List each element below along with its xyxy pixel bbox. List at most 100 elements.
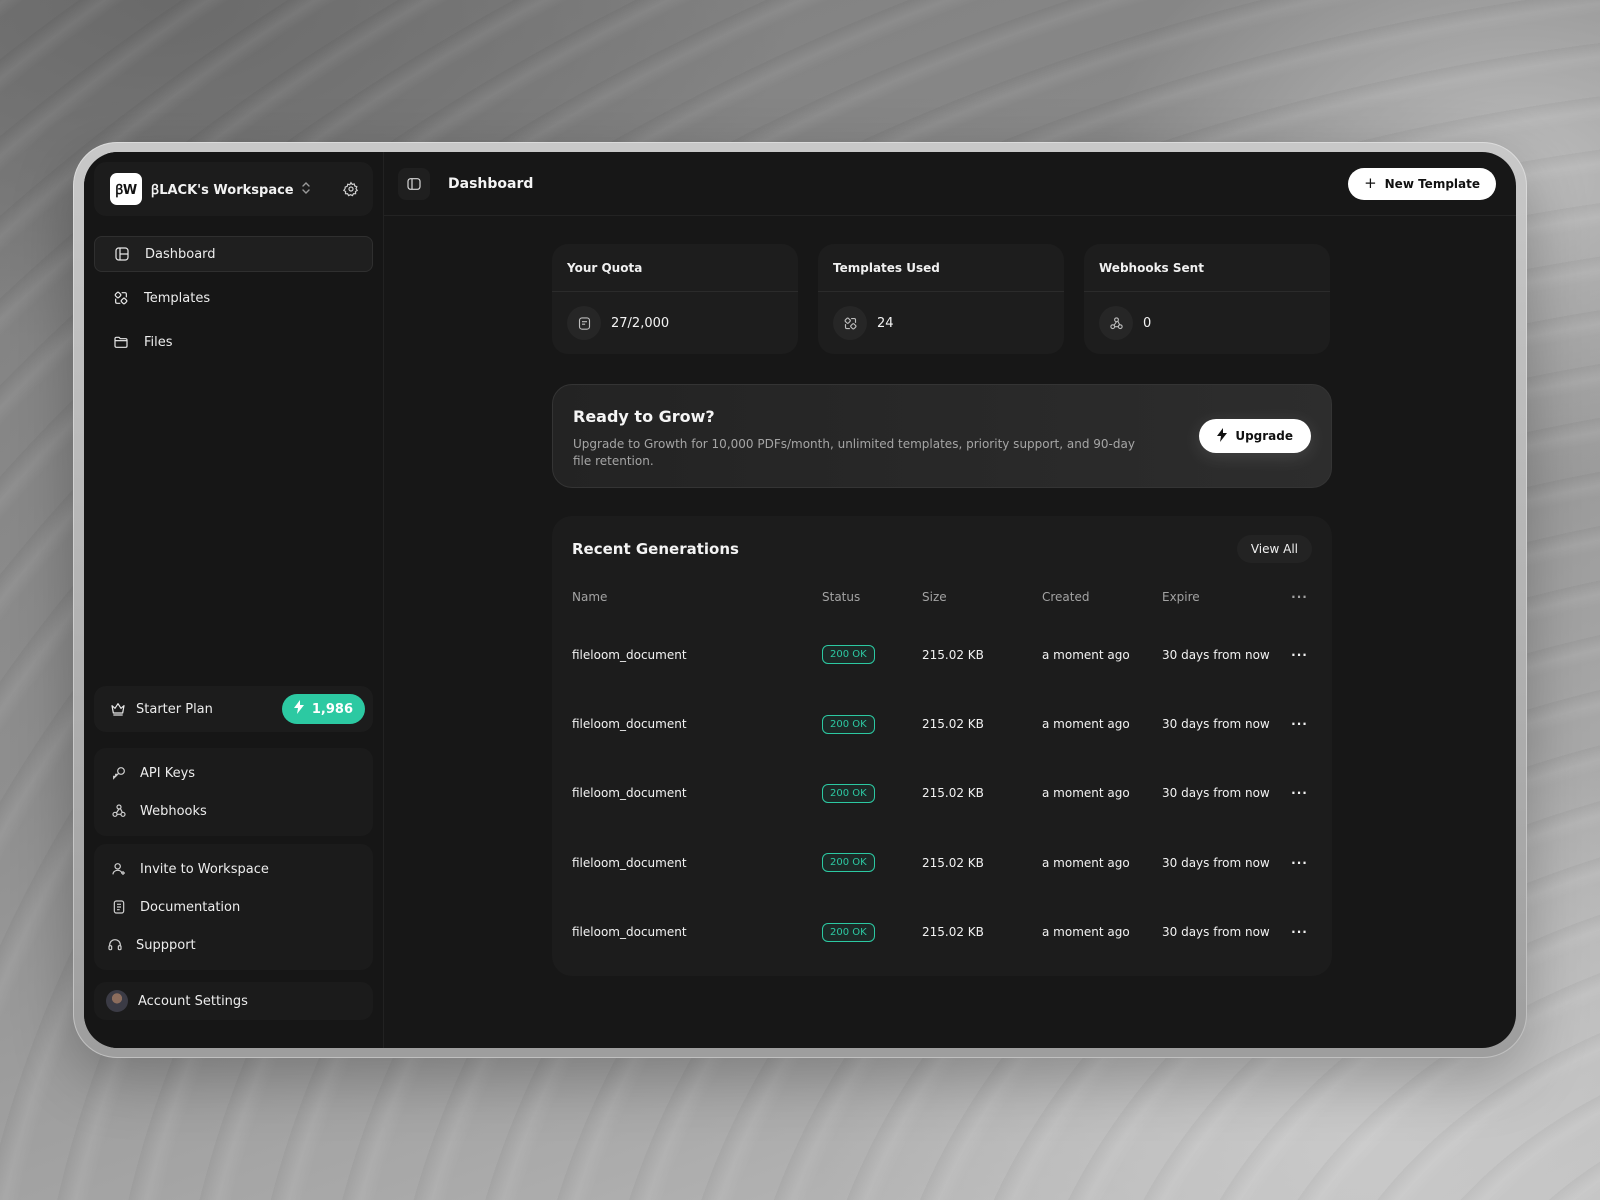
bolt-icon xyxy=(293,700,304,718)
status-badge: 200 OK xyxy=(822,922,875,942)
folder-icon xyxy=(112,333,130,351)
cell-name: fileloom_document xyxy=(572,647,687,662)
sidebar-item-invite[interactable]: Invite to Workspace xyxy=(94,850,373,888)
page-title: Dashboard xyxy=(448,175,534,192)
webhook-icon xyxy=(1099,306,1133,340)
cell-expire: 30 days from now xyxy=(1162,786,1270,801)
stat-card-templates-used: Templates Used 24 xyxy=(818,244,1064,354)
plan-label: Starter Plan xyxy=(136,701,213,717)
section-title: Recent Generations xyxy=(572,540,739,558)
user-plus-icon xyxy=(110,860,128,878)
table-row[interactable]: fileloom_document 200 OK 215.02 KB a mom… xyxy=(572,620,1312,689)
account-settings-card: Account Settings xyxy=(94,982,373,1020)
cell-size: 215.02 KB xyxy=(922,647,984,662)
sidebar-item-dashboard[interactable]: Dashboard xyxy=(94,236,373,272)
sidebar-item-webhooks[interactable]: Webhooks xyxy=(94,792,373,830)
upgrade-button[interactable]: Upgrade xyxy=(1199,419,1311,453)
bolt-icon xyxy=(1217,427,1228,445)
sidebar-item-label: Invite to Workspace xyxy=(140,861,269,877)
column-options-icon[interactable]: ··· xyxy=(1287,590,1312,604)
cell-expire: 30 days from now xyxy=(1162,925,1270,940)
chevron-updown-icon xyxy=(301,181,310,197)
sidebar-item-documentation[interactable]: Documentation xyxy=(94,888,373,926)
row-menu-icon[interactable]: ··· xyxy=(1287,786,1312,800)
dashboard-content: Your Quota 27/2,000 Templates Used 24 We… xyxy=(552,244,1332,976)
plus-icon: + xyxy=(1364,174,1377,192)
upgrade-label: Upgrade xyxy=(1235,429,1293,443)
sidebar-toggle-icon xyxy=(407,177,421,190)
cell-name: fileloom_document xyxy=(572,855,687,870)
templates-icon xyxy=(833,306,867,340)
sidebar-item-support[interactable]: Suppport xyxy=(94,926,373,964)
stat-value: 0 xyxy=(1143,315,1152,331)
status-badge: 200 OK xyxy=(822,853,875,873)
cell-name: fileloom_document xyxy=(572,717,687,732)
templates-icon xyxy=(112,289,130,307)
new-template-label: New Template xyxy=(1384,176,1480,191)
sidebar-item-label: API Keys xyxy=(140,765,196,781)
sidebar-item-label: Suppport xyxy=(136,937,196,953)
credits-badge: 1,986 xyxy=(281,694,365,724)
stat-title: Your Quota xyxy=(552,244,798,292)
plan-card[interactable]: Starter Plan 1,986 xyxy=(94,686,373,732)
cell-expire: 30 days from now xyxy=(1162,647,1270,662)
table-row[interactable]: fileloom_document 200 OK 215.02 KB a mom… xyxy=(572,898,1312,967)
headset-icon xyxy=(106,936,124,954)
promo-title: Ready to Grow? xyxy=(573,407,715,426)
new-template-button[interactable]: + New Template xyxy=(1348,167,1496,200)
cell-expire: 30 days from now xyxy=(1162,855,1270,870)
main-nav: Dashboard Templates Files xyxy=(94,236,373,360)
column-header-created: Created xyxy=(1042,590,1090,604)
table-header: Name Status Size Created Expire ··· xyxy=(572,582,1312,612)
row-menu-icon[interactable]: ··· xyxy=(1287,717,1312,731)
quota-icon xyxy=(567,306,601,340)
help-links: Invite to Workspace Documentation Supppo… xyxy=(94,844,373,970)
cell-size: 215.02 KB xyxy=(922,925,984,940)
stat-card-webhooks-sent: Webhooks Sent 0 xyxy=(1084,244,1330,354)
topbar: Dashboard + New Template xyxy=(384,152,1516,216)
sidebar-item-label: Dashboard xyxy=(145,246,216,262)
gear-icon[interactable] xyxy=(341,179,361,199)
view-all-button[interactable]: View All xyxy=(1236,535,1312,563)
row-menu-icon[interactable]: ··· xyxy=(1287,648,1312,662)
column-header-expire: Expire xyxy=(1162,590,1200,604)
column-header-status: Status xyxy=(822,590,861,604)
sidebar-item-label: Account Settings xyxy=(138,993,248,1009)
document-icon xyxy=(110,898,128,916)
sidebar-item-account-settings[interactable]: Account Settings xyxy=(94,982,373,1020)
upgrade-banner: Ready to Grow? Upgrade to Growth for 10,… xyxy=(552,384,1332,488)
layout-icon xyxy=(113,245,131,263)
sidebar-item-label: Documentation xyxy=(140,899,241,915)
stat-card-quota: Your Quota 27/2,000 xyxy=(552,244,798,354)
stat-value: 24 xyxy=(877,315,894,331)
column-header-size: Size xyxy=(922,590,947,604)
table-row[interactable]: fileloom_document 200 OK 215.02 KB a mom… xyxy=(572,689,1312,758)
cell-created: a moment ago xyxy=(1042,647,1130,662)
status-badge: 200 OK xyxy=(822,645,875,665)
stat-title: Webhooks Sent xyxy=(1084,244,1330,292)
avatar xyxy=(106,990,128,1012)
sidebar-item-label: Files xyxy=(144,334,173,350)
app-window: ꞵW ꞵLACK's Workspace Dashboard Templates xyxy=(84,152,1516,1048)
sidebar-item-files[interactable]: Files xyxy=(94,324,373,360)
cell-size: 215.02 KB xyxy=(922,786,984,801)
sidebar-item-api-keys[interactable]: API Keys xyxy=(94,754,373,792)
cell-expire: 30 days from now xyxy=(1162,717,1270,732)
promo-description: Upgrade to Growth for 10,000 PDFs/month,… xyxy=(573,437,1135,468)
workspace-logo: ꞵW xyxy=(110,173,142,205)
sidebar-item-label: Templates xyxy=(144,290,211,306)
sidebar-item-templates[interactable]: Templates xyxy=(94,280,373,316)
cell-created: a moment ago xyxy=(1042,786,1130,801)
crown-icon xyxy=(110,700,128,718)
table-row[interactable]: fileloom_document 200 OK 215.02 KB a mom… xyxy=(572,759,1312,828)
cell-size: 215.02 KB xyxy=(922,855,984,870)
table-row[interactable]: fileloom_document 200 OK 215.02 KB a mom… xyxy=(572,828,1312,897)
row-menu-icon[interactable]: ··· xyxy=(1287,856,1312,870)
cell-created: a moment ago xyxy=(1042,925,1130,940)
workspace-switcher[interactable]: ꞵW ꞵLACK's Workspace xyxy=(94,162,373,216)
developer-links: API Keys Webhooks xyxy=(94,748,373,836)
key-icon xyxy=(110,764,128,782)
row-menu-icon[interactable]: ··· xyxy=(1287,925,1312,939)
webhook-icon xyxy=(110,802,128,820)
toggle-sidebar-button[interactable] xyxy=(398,167,430,200)
